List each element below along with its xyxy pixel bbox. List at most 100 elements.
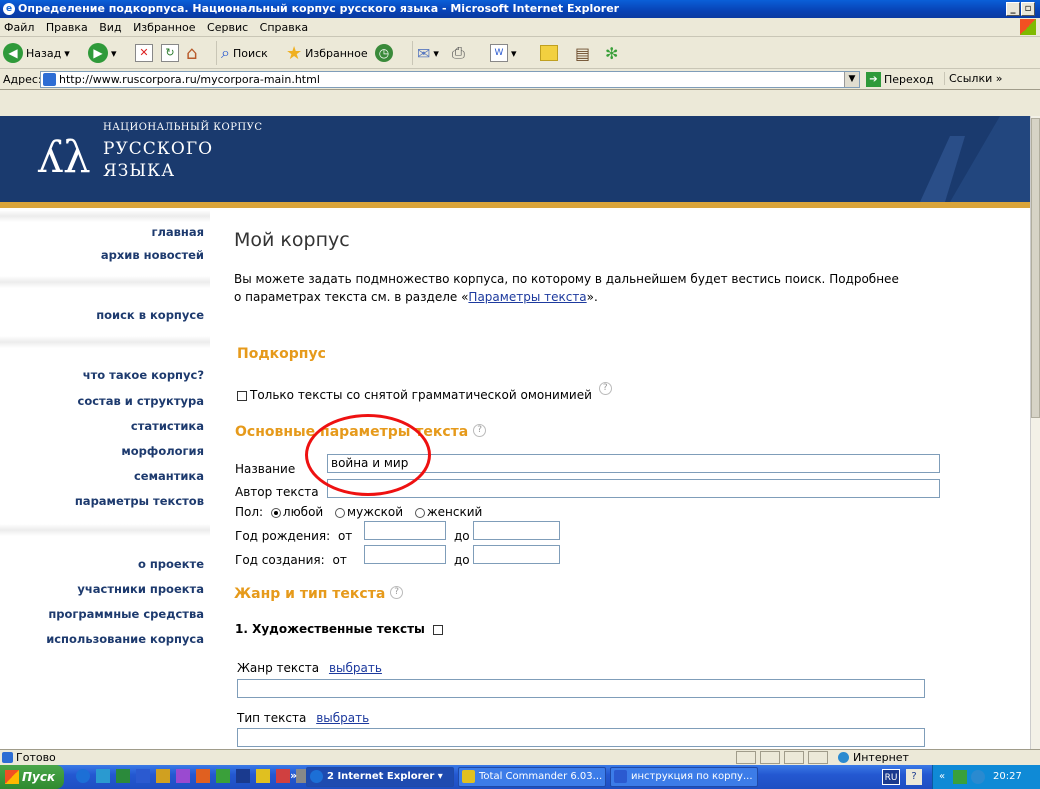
edit-button[interactable]: W ▾ [490,41,517,65]
task-internet-explorer[interactable]: 2 Internet Explorer ▾ [306,767,454,787]
search-button[interactable]: ⌕ Поиск [216,41,268,65]
messenger-button[interactable]: ✻ [605,41,618,65]
nav-separator [0,336,210,348]
help-icon[interactable]: ? [473,424,487,437]
genre-choose-link[interactable]: выбрать [329,661,382,675]
nav-link-usage[interactable]: использование корпуса [46,632,204,646]
chevron-down-icon: ▾ [64,46,70,60]
favorites-button[interactable]: ★ Избранное [286,41,368,65]
menu-edit[interactable]: Правка [42,18,92,37]
menu-view[interactable]: Вид [95,18,125,37]
nav-link-participants[interactable]: участники проекта [77,582,204,596]
birth-year-to-input[interactable] [473,521,560,540]
forward-button[interactable]: ▶ ▾ [88,41,117,65]
ie-app-icon: e [3,3,15,15]
refresh-button[interactable]: ↻ [161,41,179,65]
explorer-icon[interactable] [156,769,170,783]
menu-favorites[interactable]: Избранное [129,18,199,37]
history-button[interactable]: ◷ [375,41,393,65]
maximize-button[interactable]: ▫ [1021,2,1035,16]
nav-link-news-archive[interactable]: архив новостей [101,248,204,262]
print-button[interactable]: ⎙ [452,41,465,65]
window-title: Определение подкорпуса. Национальный кор… [18,2,620,15]
app-icon[interactable] [176,769,190,783]
help-icon[interactable]: ? [390,586,404,599]
app-icon[interactable] [236,769,250,783]
links-button[interactable]: Ссылки » [944,72,1002,85]
nav-link-about[interactable]: о проекте [138,557,204,571]
language-indicator[interactable]: RU [882,769,900,785]
nav-link-semantics[interactable]: семантика [134,469,204,483]
globe-icon [838,752,849,763]
nav-link-morphology[interactable]: морфология [121,444,204,458]
ie-quicklaunch-icon[interactable] [76,769,90,783]
gender-female-radio[interactable] [414,507,425,518]
mail-icon: ✉ [417,43,431,63]
chevron-down-icon: ▾ [433,46,439,60]
messenger-tray-icon[interactable] [971,770,985,784]
gender-male-radio[interactable] [335,507,346,518]
nav-separator [0,524,210,536]
nav-link-text-params[interactable]: параметры текстов [75,494,204,508]
genre-input[interactable] [237,679,925,698]
author-input[interactable] [327,479,940,498]
gender-any-radio[interactable] [270,507,281,518]
outlook-icon[interactable] [96,769,110,783]
mail-button[interactable]: ✉ ▾ [412,41,439,65]
intro-line2-post: ». [586,290,598,304]
search-icon: ⌕ [221,43,230,62]
links-label: Ссылки [949,72,993,85]
network-icon[interactable] [953,770,967,784]
refresh-icon: ↻ [161,44,179,62]
folder-icon [540,45,558,61]
birth-year-label: Год рождения: [235,529,331,543]
help-tray-icon[interactable]: ? [906,769,922,785]
nav-link-composition[interactable]: состав и структура [78,394,204,408]
intro-paragraph: Вы можете задать подмножество корпуса, п… [234,270,1002,306]
back-button[interactable]: ◀ Назад ▾ [3,41,70,65]
discuss-button[interactable] [540,41,558,65]
nav-link-what-is-corpus[interactable]: что такое корпус? [83,368,204,382]
excel-icon[interactable] [116,769,130,783]
favorites-label: Избранное [305,46,368,60]
text-params-link[interactable]: Параметры текста [468,290,586,304]
task-word-doc[interactable]: инструкция по корпу... [610,767,758,787]
app-icon[interactable] [216,769,230,783]
scrollbar-thumb[interactable] [1031,118,1040,418]
creation-year-from-input[interactable] [364,545,446,564]
tray-expand-icon[interactable]: « [939,765,945,789]
quicklaunch-more-icon[interactable]: » [290,769,297,782]
research-button[interactable]: ▤ [575,41,590,65]
app-icon[interactable] [276,769,290,783]
site-logo[interactable]: ʎλ [38,130,91,186]
menu-help[interactable]: Справка [256,18,312,37]
type-label: Тип текста [237,711,307,725]
address-dropdown-icon[interactable]: ▼ [844,72,859,87]
type-choose-link[interactable]: выбрать [316,711,369,725]
help-icon[interactable]: ? [598,382,612,395]
type-input[interactable] [237,728,925,747]
vertical-scrollbar[interactable] [1030,116,1040,749]
birth-year-from-input[interactable] [364,521,446,540]
fiction-checkbox[interactable] [433,624,444,635]
address-input[interactable]: http://www.ruscorpora.ru/mycorpora-main.… [40,71,860,88]
task-total-commander[interactable]: Total Commander 6.03... [458,767,606,787]
go-button[interactable]: ➔ Переход [866,72,934,87]
nav-link-corpus-search[interactable]: поиск в корпусе [96,308,204,322]
stop-button[interactable]: ✕ [135,41,153,65]
app-icon[interactable] [196,769,210,783]
nav-link-home[interactable]: главная [151,225,204,239]
home-button[interactable]: ⌂ [186,41,197,65]
only-disambiguated-checkbox[interactable] [237,390,247,401]
start-button[interactable]: Пуск [0,765,64,789]
status-text: Готово [16,751,56,764]
word-icon[interactable] [136,769,150,783]
back-label: Назад [26,46,62,60]
menu-file[interactable]: Файл [0,18,38,37]
creation-year-to-input[interactable] [473,545,560,564]
menu-tools[interactable]: Сервис [203,18,252,37]
nav-link-statistics[interactable]: статистика [131,419,204,433]
app-icon[interactable] [256,769,270,783]
nav-link-software[interactable]: программные средства [48,607,204,621]
minimize-button[interactable]: _ [1006,2,1020,16]
